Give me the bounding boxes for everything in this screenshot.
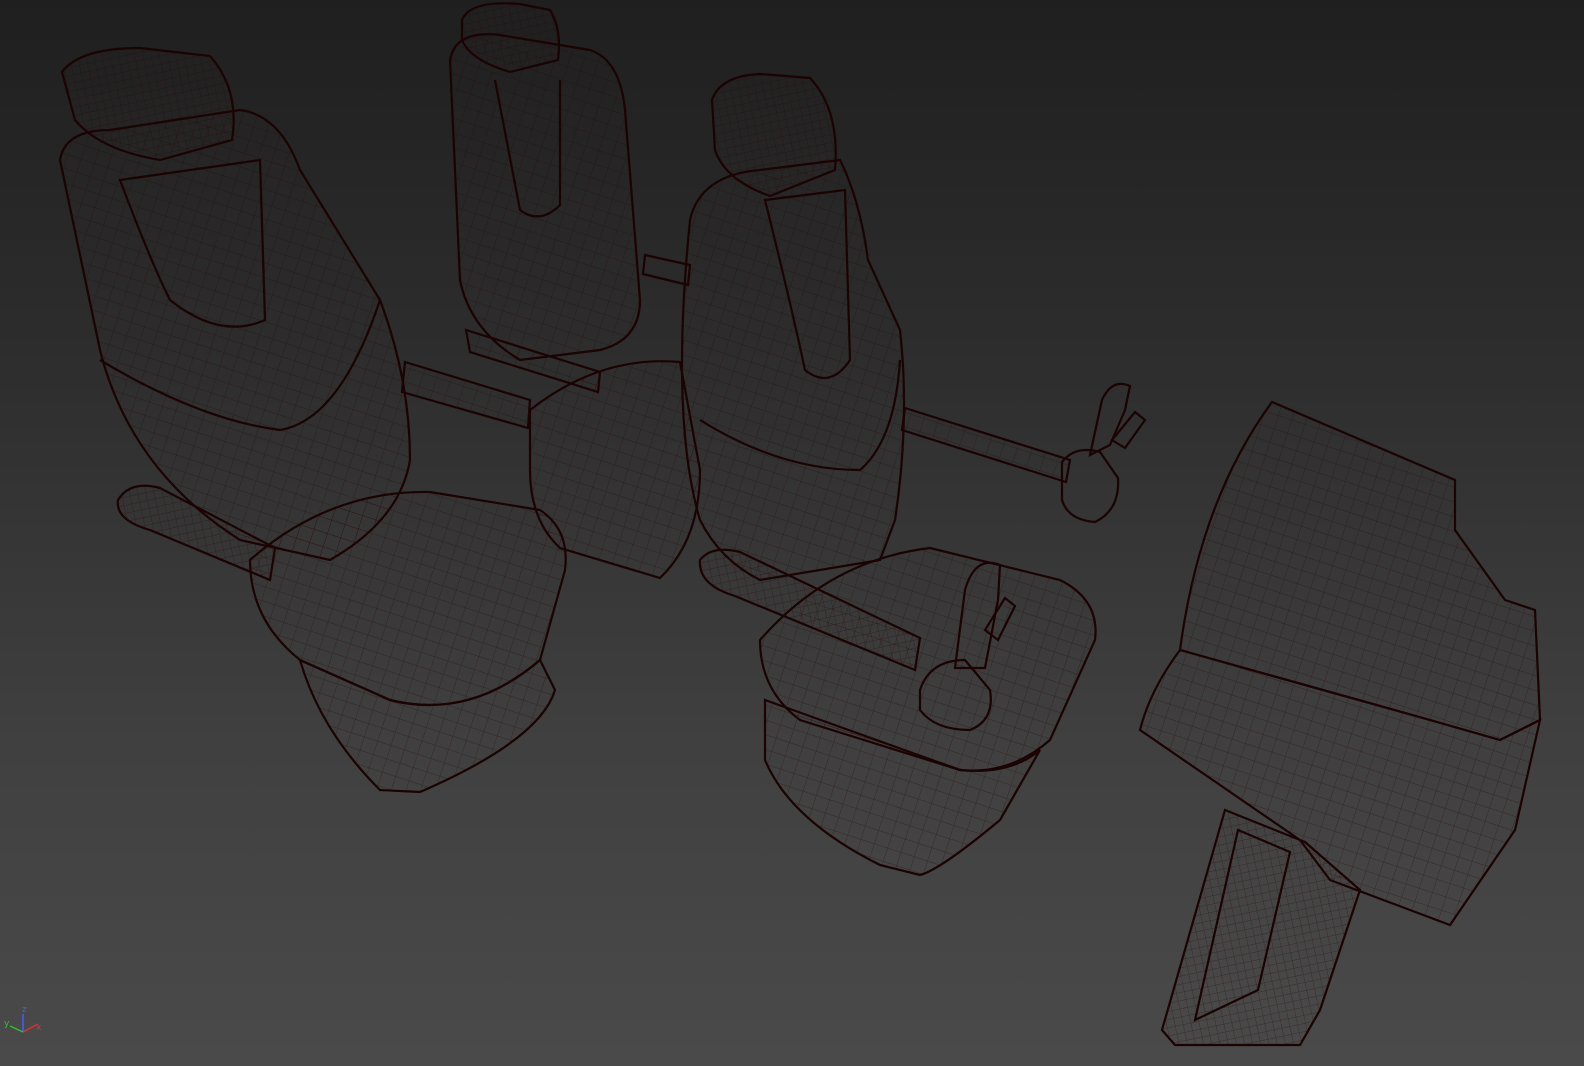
seat-front-right[interactable] xyxy=(680,72,1147,877)
y-axis-line xyxy=(9,1025,24,1033)
seat-back-center[interactable] xyxy=(448,2,702,580)
console-block[interactable] xyxy=(1138,400,1542,1047)
x-axis-label: x xyxy=(36,1023,42,1033)
z-axis-label: z xyxy=(22,1005,27,1015)
scene-canvas[interactable] xyxy=(0,0,1584,1066)
y-axis-label: y xyxy=(4,1019,10,1029)
axis-gizmo: z x y xyxy=(4,1005,42,1033)
3d-viewport[interactable]: z x y xyxy=(0,0,1584,1066)
